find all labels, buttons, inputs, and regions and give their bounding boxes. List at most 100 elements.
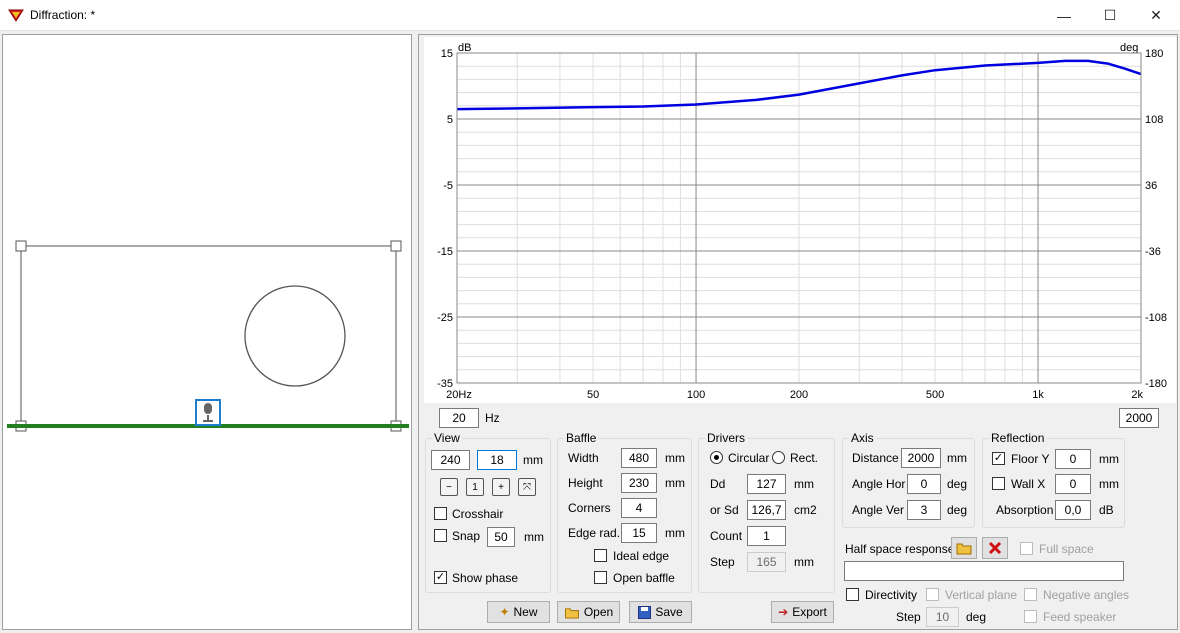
- save-button-label: Save: [655, 605, 683, 619]
- circular-radio[interactable]: [710, 451, 723, 464]
- y-tick-left-label: 5: [447, 114, 453, 126]
- y-tick-left-label: -5: [443, 180, 453, 192]
- snap-input[interactable]: 50: [487, 527, 515, 547]
- full-space-checkbox[interactable]: [1020, 542, 1033, 555]
- baffle-width-input[interactable]: 480: [621, 448, 657, 468]
- maximize-icon: ☐: [1103, 7, 1117, 23]
- count-label: Count: [710, 529, 743, 543]
- save-icon: [638, 605, 652, 619]
- ideal-edge-label: Ideal edge: [613, 549, 670, 563]
- floor-checkbox[interactable]: ✓: [992, 452, 1005, 465]
- directivity-step-unit: deg: [966, 610, 987, 624]
- negative-angles-label: Negative angles: [1043, 588, 1130, 602]
- open-button[interactable]: Open: [557, 601, 620, 623]
- sd-input[interactable]: 126,7: [747, 500, 786, 520]
- x-tick-label: 100: [687, 389, 705, 401]
- x-tick-label: 200: [790, 389, 808, 401]
- zoom-reset-icon[interactable]: 1: [466, 478, 484, 496]
- angle-hor-input[interactable]: 0: [907, 474, 941, 494]
- floor-input[interactable]: 0: [1055, 449, 1091, 469]
- x-tick-label: 500: [926, 389, 944, 401]
- open-baffle-checkbox[interactable]: [594, 571, 607, 584]
- y-tick-right-label: 108: [1145, 114, 1163, 126]
- half-space-path-input[interactable]: [844, 561, 1124, 581]
- title-bar: Diffraction: * — ☐ ✕: [0, 0, 1180, 31]
- export-button[interactable]: ➔ Export: [771, 601, 834, 623]
- baffle-height-label: Height: [568, 476, 603, 490]
- open-folder-icon[interactable]: [951, 537, 977, 559]
- crosshair-label: Crosshair: [452, 507, 504, 521]
- directivity-step-input[interactable]: 10: [926, 607, 959, 627]
- angle-ver-input[interactable]: 3: [907, 500, 941, 520]
- drivers-step-unit: mm: [794, 555, 814, 569]
- negative-angles-checkbox[interactable]: [1024, 588, 1037, 601]
- app-logo-icon: [8, 9, 24, 22]
- absorption-unit: dB: [1099, 503, 1114, 517]
- distance-label: Distance: [852, 451, 899, 465]
- export-button-label: Export: [792, 605, 827, 619]
- new-button[interactable]: ✦ New: [487, 601, 550, 623]
- directivity-label: Directivity: [865, 588, 918, 602]
- baffle-corners-input[interactable]: 4: [621, 498, 657, 518]
- close-icon: ✕: [1150, 7, 1162, 23]
- zoom-fit-icon[interactable]: ⤧: [518, 478, 536, 496]
- baffle-edge-label: Edge rad.: [568, 526, 621, 540]
- view-size-input[interactable]: 240: [431, 450, 470, 470]
- rect-label: Rect.: [790, 451, 819, 465]
- half-space-label: Half space response: [845, 542, 955, 556]
- baffle-canvas[interactable]: [2, 34, 412, 630]
- close-button[interactable]: ✕: [1133, 0, 1179, 31]
- wall-checkbox[interactable]: [992, 477, 1005, 490]
- y-tick-right-label: -108: [1145, 312, 1167, 324]
- ideal-edge-checkbox[interactable]: [594, 549, 607, 562]
- feed-speaker-checkbox[interactable]: [1024, 610, 1037, 623]
- resize-handle-top-left: [15, 240, 27, 252]
- freq-unit-label: Hz: [485, 411, 500, 425]
- floor-unit: mm: [1099, 452, 1119, 466]
- view-group-title: View: [432, 431, 462, 445]
- freq-max-input[interactable]: 2000: [1119, 408, 1159, 428]
- view-grid-input[interactable]: 18: [477, 450, 517, 470]
- baffle-drawing[interactable]: [3, 35, 413, 631]
- directivity-checkbox[interactable]: [846, 588, 859, 601]
- drivers-step-input[interactable]: 165: [747, 552, 786, 572]
- snap-checkbox[interactable]: [434, 529, 447, 542]
- crosshair-checkbox[interactable]: [434, 507, 447, 520]
- directivity-step-label: Step: [896, 610, 921, 624]
- baffle-height-input[interactable]: 230: [621, 473, 657, 493]
- full-space-label: Full space: [1039, 542, 1094, 556]
- absorption-input[interactable]: 0,0: [1055, 500, 1091, 520]
- wall-label: Wall X: [1011, 477, 1046, 491]
- freq-min-input[interactable]: 20: [439, 408, 479, 428]
- distance-input[interactable]: 2000: [901, 448, 941, 468]
- baffle-group-title: Baffle: [564, 431, 599, 445]
- resize-handle-top-right: [390, 240, 402, 252]
- baffle-edge-input[interactable]: 15: [621, 523, 657, 543]
- x-tick-label: 20Hz: [446, 389, 472, 401]
- angle-hor-unit: deg: [947, 477, 968, 491]
- response-chart[interactable]: 155-5-15-25-35 18010836-36-108-180 20Hz 5…: [424, 37, 1176, 403]
- wall-input[interactable]: 0: [1055, 474, 1091, 494]
- vertical-plane-checkbox[interactable]: [926, 588, 939, 601]
- y-tick-right-label: -180: [1145, 378, 1167, 390]
- minimize-button[interactable]: —: [1041, 0, 1087, 31]
- dd-unit: mm: [794, 477, 814, 491]
- show-phase-checkbox[interactable]: ✓: [434, 571, 447, 584]
- x-tick-label: 1k: [1032, 389, 1044, 401]
- export-icon: ➔: [778, 605, 789, 619]
- minimize-icon: —: [1057, 7, 1071, 24]
- count-input[interactable]: 1: [747, 526, 786, 546]
- delete-icon[interactable]: [982, 537, 1008, 559]
- y-tick-right-label: -36: [1145, 246, 1161, 258]
- y-axis-left-label: dB: [458, 42, 471, 54]
- save-button[interactable]: Save: [629, 601, 692, 623]
- zoom-out-icon[interactable]: −: [440, 478, 458, 496]
- maximize-button[interactable]: ☐: [1087, 0, 1133, 31]
- open-icon: [564, 607, 579, 619]
- baffle-corners-label: Corners: [568, 501, 611, 515]
- feed-speaker-label: Feed speaker: [1043, 610, 1117, 624]
- dd-input[interactable]: 127: [747, 474, 786, 494]
- zoom-in-icon[interactable]: +: [492, 478, 510, 496]
- rect-radio[interactable]: [772, 451, 785, 464]
- baffle-width-unit: mm: [665, 451, 685, 465]
